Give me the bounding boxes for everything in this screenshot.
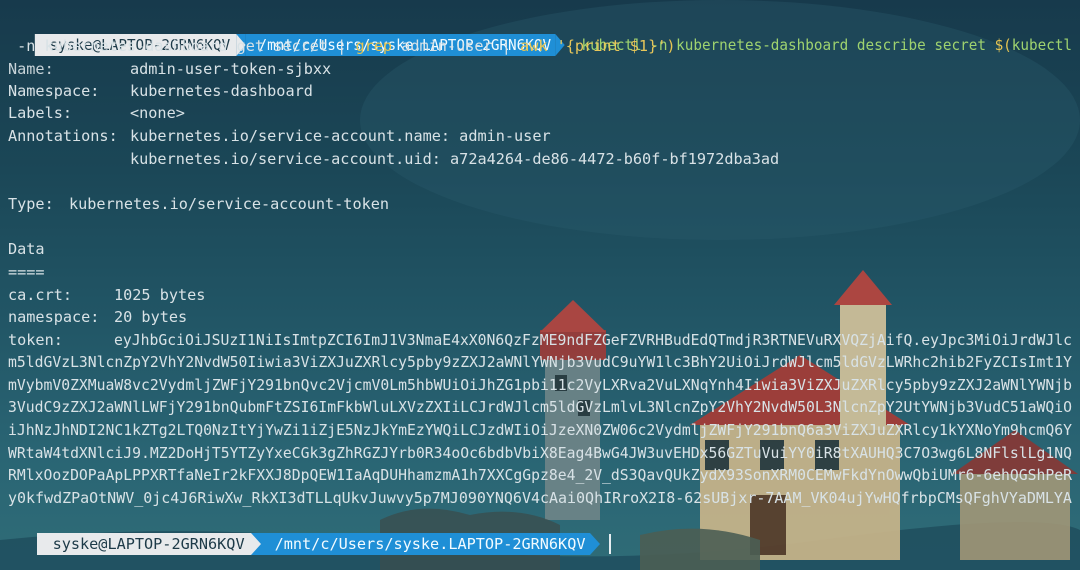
- subshell-open: $(: [994, 35, 1012, 54]
- token-line: mVybmV0ZXMuaW8vc2VydmljZWFjY291bnQvc2Vjc…: [8, 376, 1073, 394]
- cacrt-value: 1025 bytes: [114, 286, 206, 304]
- command-grep: grep: [355, 37, 393, 55]
- token-line: eyJhbGciOiJSUzI1NiIsImtpZCI6ImJ1V3NmaE4x…: [114, 331, 1072, 349]
- token-line: m5ldGVzL3NlcnZpY2VhY2NvdW50Iiwia3ViZXJuZ…: [8, 353, 1073, 371]
- token-key: token:: [8, 331, 63, 349]
- namespace-value: kubernetes-dashboard: [130, 82, 313, 100]
- awk-argument: '{print $1}': [547, 37, 667, 55]
- annotation-service-account-uid: kubernetes.io/service-account.uid: a72a4…: [130, 150, 780, 168]
- prompt-user-host: syske@LAPTOP-2GRN6KQV: [36, 532, 251, 555]
- output-name-row: Name:: [8, 58, 54, 80]
- token-line: 3VudC9zZXJ2aWNlLWFjY291bnQubmFtZSI6ImFkb…: [8, 398, 1073, 416]
- command-prompt-line: syske@LAPTOP-2GRN6KQV/mnt/c/Users/syske.…: [0, 11, 1072, 56]
- command-awk: awk: [520, 37, 548, 55]
- name-key: Name:: [8, 60, 54, 78]
- command-kubectl: kubectl: [1011, 35, 1073, 54]
- data-heading: Data: [8, 240, 45, 258]
- prompt-separator-icon: [589, 532, 600, 555]
- annotation-service-account-name: kubernetes.io/service-account.name: admi…: [130, 127, 551, 145]
- token-line: RMlxOozDOPaApLPPXRTfaNeIr2kFXXJ8DpQEW1Ia…: [8, 466, 1073, 484]
- output-labels-key: Labels:: [8, 104, 73, 122]
- token-line: iJhNzJhNDI2NC1kZTg2LTQ0NzItYjYwZi1iZjE5N…: [8, 421, 1073, 439]
- command-continuation: -n kubernetes-dashboard get secret | gre…: [8, 37, 676, 55]
- command-prompt-line[interactable]: syske@LAPTOP-2GRN6KQV/mnt/c/Users/syske.…: [0, 510, 611, 555]
- token-line: y0kfwdZPaOtNWV_0jc4J6RiwXw_RkXI3dTLLqUkv…: [8, 489, 1072, 507]
- text-cursor[interactable]: [608, 533, 611, 554]
- terminal-window[interactable]: syske@LAPTOP-2GRN6KQV/mnt/c/Users/syske.…: [0, 0, 1080, 570]
- subshell-close: ): [666, 37, 676, 55]
- name-value: admin-user-token-sjbxx: [130, 60, 332, 78]
- type-value: kubernetes.io/service-account-token: [69, 195, 390, 213]
- data-rule: ====: [8, 263, 45, 281]
- prompt-path: /mnt/c/Users/syske.LAPTOP-2GRN6KQV: [260, 532, 590, 555]
- token-line: WRtaW4tdXNlciJ9.MZ2DoHjT5YTZyYxeCGk3gZhR…: [8, 444, 1073, 462]
- namespace-bytes-value: 20 bytes: [114, 308, 188, 326]
- output-type-key: Type:: [8, 195, 54, 213]
- output-annotations-key: Annotations:: [8, 127, 118, 145]
- output-namespace-key: Namespace:: [8, 82, 100, 100]
- cacrt-key: ca.crt:: [8, 286, 73, 304]
- prompt-separator-icon: [250, 532, 261, 555]
- labels-value: <none>: [130, 104, 185, 122]
- namespace-bytes-key: namespace:: [8, 308, 100, 326]
